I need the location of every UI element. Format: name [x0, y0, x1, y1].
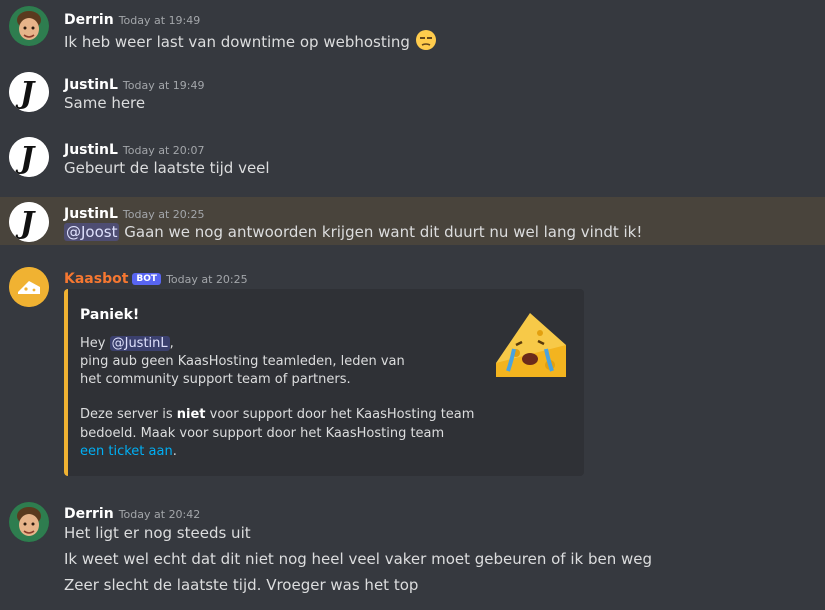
embed-text: Hey: [80, 336, 110, 351]
message: Derrin Today at 20:42 Het ligt er nog ste…: [0, 495, 825, 605]
embed-text: voor support door het KaasHosting team: [205, 407, 475, 422]
author-name[interactable]: JustinL: [64, 206, 118, 222]
memoji-avatar-icon: [9, 6, 49, 46]
memoji-avatar-icon: [9, 502, 49, 542]
message: Derrin Today at 19:49 Ik heb weer last va…: [0, 0, 825, 60]
message-text: Ik heb weer last van downtime op webhost…: [64, 33, 410, 51]
message-text: Gebeurt de laatste tijd veel: [64, 159, 270, 177]
embed-text: het community support team of partners.: [80, 372, 351, 387]
embed-text: ,: [169, 336, 174, 351]
unamused-face-emoji-icon: [415, 29, 437, 55]
message-text: Zeer slecht de laatste tijd. Vroeger was…: [64, 576, 419, 594]
embed-text: Deze server is: [80, 407, 177, 422]
user-mention[interactable]: @JustinL: [109, 336, 170, 351]
message-content: @Joost Gaan we nog antwoorden krijgen wa…: [64, 223, 642, 241]
kaasbot-avatar[interactable]: [9, 267, 49, 307]
timestamp: Today at 20:25: [122, 208, 205, 221]
derrin-avatar[interactable]: [9, 6, 49, 46]
author-name[interactable]: JustinL: [64, 77, 118, 93]
letter-j-avatar-icon: J: [9, 137, 49, 177]
timestamp: Today at 19:49: [118, 14, 201, 27]
timestamp: Today at 19:49: [122, 79, 205, 92]
justin-avatar[interactable]: J: [9, 202, 49, 242]
ticket-link[interactable]: een ticket aan: [80, 444, 173, 459]
bot-author-name[interactable]: Kaasbot: [64, 271, 128, 287]
message-text: Gaan we nog antwoorden krijgen want dit …: [119, 223, 643, 241]
cheese-avatar-icon: [9, 267, 49, 307]
derrin-avatar[interactable]: [9, 502, 49, 542]
author-name[interactable]: JustinL: [64, 142, 118, 158]
embed-title: Paniek!: [80, 307, 140, 323]
message-text: Het ligt er nog steeds uit: [64, 524, 251, 542]
crying-cheese-emoji-icon: [490, 307, 570, 387]
message: J JustinL Today at 20:07 Gebeurt de laats…: [0, 130, 825, 190]
author-name[interactable]: Derrin: [64, 12, 114, 28]
embed-text: .: [172, 444, 177, 459]
embed-bold-text: niet: [176, 407, 206, 422]
bot-tag: BOT: [132, 273, 162, 285]
message-text: Same here: [64, 94, 146, 112]
timestamp: Today at 20:42: [118, 508, 201, 521]
justin-avatar[interactable]: J: [9, 72, 49, 112]
letter-j-avatar-icon: J: [9, 72, 49, 112]
embed-line: Deze server is niet voor support door he…: [80, 407, 474, 422]
embed-text: ping aub geen KaasHosting teamleden, led…: [80, 354, 405, 369]
message: J JustinL Today at 19:49 Same here: [0, 65, 825, 125]
user-mention[interactable]: @Joost: [64, 223, 120, 241]
embed-card: Paniek! Hey @JustinL, ping aub geen Kaas…: [64, 289, 584, 476]
letter-j-avatar-icon: J: [9, 202, 49, 242]
author-name[interactable]: Derrin: [64, 506, 114, 522]
embed-line: een ticket aan.: [80, 444, 177, 459]
embed-text: bedoeld. Maak voor support door het Kaas…: [80, 426, 445, 441]
timestamp: Today at 20:25: [166, 273, 248, 286]
embed-line: Hey @JustinL,: [80, 336, 174, 351]
message-text: Ik weet wel echt dat dit niet nog heel v…: [64, 550, 653, 568]
justin-avatar[interactable]: J: [9, 137, 49, 177]
message-highlighted: J JustinL Today at 20:25 @Joost Gaan we n…: [0, 197, 825, 245]
message-content: Ik heb weer last van downtime op webhost…: [64, 29, 437, 55]
timestamp: Today at 20:07: [122, 144, 205, 157]
